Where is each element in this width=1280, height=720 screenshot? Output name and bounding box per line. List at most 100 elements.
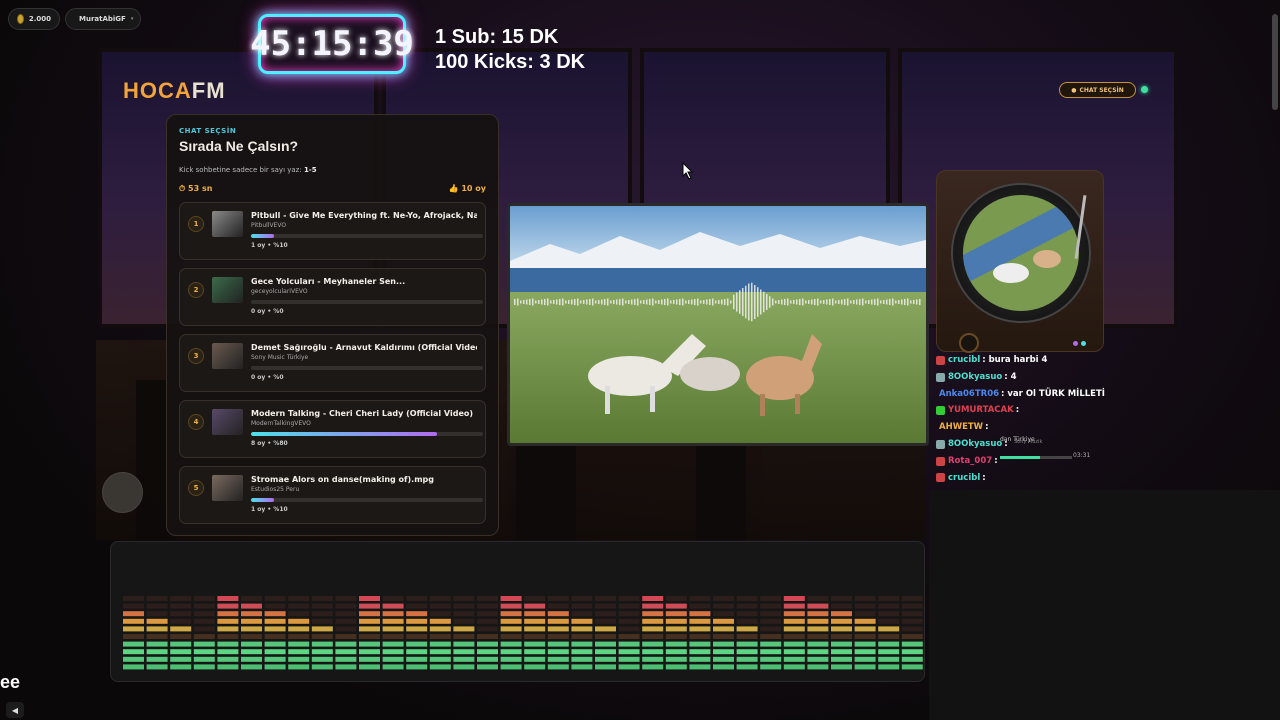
equalizer-segment	[736, 611, 758, 617]
equalizer-segment	[878, 634, 900, 639]
waveform-bar	[760, 289, 762, 315]
vote-count: 1 oy • %10	[251, 242, 288, 249]
waveform-bar	[712, 298, 714, 306]
equalizer-segment	[477, 626, 498, 632]
equalizer-segment	[736, 596, 758, 601]
equalizer-segment	[170, 664, 192, 670]
waveform-bar	[742, 288, 744, 316]
equalizer-segment	[831, 618, 852, 624]
side-round-button[interactable]	[102, 472, 143, 513]
equalizer-segment	[500, 596, 522, 601]
equalizer-segment	[500, 611, 522, 617]
coin-balance-chip[interactable]: 2.000	[8, 8, 60, 30]
poll-timer: ⏱ 53 sn	[179, 184, 213, 193]
equalizer-segment	[524, 603, 546, 609]
equalizer-segment	[288, 656, 310, 662]
chat-username[interactable]: AHWETW	[939, 419, 983, 436]
chat-username[interactable]: crucibl	[948, 352, 980, 369]
volume-button[interactable]: ◀	[6, 702, 24, 718]
poll-option[interactable]: 2 Gece Yolcuları - Meyhaneler Sen... gecey…	[179, 268, 486, 326]
waveform-bar	[667, 298, 669, 306]
chat-choose-pill[interactable]: ● CHAT SEÇSİN	[1059, 82, 1136, 98]
equalizer-segment	[311, 596, 333, 601]
equalizer-segment	[901, 618, 923, 624]
chat-message: crucibl: bura harbi 4	[936, 352, 1136, 369]
poll-option[interactable]: 5 Stromae Alors on danse(making of).mpg Es…	[179, 466, 486, 524]
waveform-bar	[616, 299, 618, 305]
waveform-bar	[799, 299, 801, 305]
equalizer-segment	[571, 656, 593, 662]
equalizer-segment	[477, 634, 498, 639]
chat-overlay: crucibl: bura harbi 4 8OOkyasuo: 4 Anka06T…	[936, 352, 1136, 486]
waveform-bar	[793, 300, 795, 304]
waveform-bar	[892, 298, 894, 306]
equalizer-segment	[406, 603, 428, 609]
equalizer-segment	[453, 641, 475, 647]
waveform-bar	[769, 296, 771, 308]
equalizer-segment	[760, 641, 782, 647]
song-title: Modern Talking - Cheri Cheri Lady (Offic…	[251, 409, 474, 418]
equalizer-segment	[193, 649, 215, 655]
vote-bar	[251, 234, 483, 238]
equalizer-segment	[217, 626, 239, 632]
chat-username[interactable]: crucibl	[948, 470, 980, 487]
waveform-bar	[658, 300, 660, 304]
waveform-bar	[586, 299, 588, 305]
chat-username[interactable]: Anka06TR06	[939, 386, 999, 403]
equalizer-segment	[429, 626, 451, 632]
song-poll-panel: CHAT SEÇSİN Sırada Ne Çalsın? Kick sohbe…	[166, 114, 499, 536]
waveform-bar	[751, 282, 753, 322]
vote-count: 8 oy • %80	[251, 440, 288, 447]
waveform-bar	[631, 299, 633, 305]
equalizer-segment	[713, 611, 734, 617]
video-player[interactable]	[507, 203, 929, 446]
equalizer-segment	[311, 656, 333, 662]
waveform-bar	[607, 298, 609, 306]
waveform-bar	[670, 300, 672, 304]
equalizer-segment	[571, 596, 593, 601]
waveform-bar	[904, 299, 906, 305]
equalizer-segment	[500, 641, 522, 647]
poll-option[interactable]: 4 Modern Talking - Cheri Cheri Lady (Offi…	[179, 400, 486, 458]
chat-text: :	[982, 472, 986, 483]
equalizer-segment	[713, 664, 734, 670]
equalizer-segment	[547, 664, 569, 670]
poll-option[interactable]: 3 Demet Sağıroğlu - Arnavut Kaldırımı (Of…	[179, 334, 486, 392]
chat-username[interactable]: Rota_007	[948, 453, 992, 470]
equalizer-segment	[193, 626, 215, 632]
chat-username[interactable]: 8OOkyasuo	[948, 369, 1002, 386]
equalizer-segment	[571, 611, 593, 617]
equalizer-segment	[760, 603, 782, 609]
equalizer-segment	[760, 618, 782, 624]
video-thumbnail	[212, 211, 243, 237]
waveform-bar	[652, 298, 654, 306]
waveform-bar	[739, 290, 741, 314]
chat-message: AHWETW:	[936, 419, 1136, 436]
equalizer-segment	[618, 603, 640, 609]
waveform-bar	[910, 300, 912, 304]
user-chip[interactable]: MuratAbiGF ▾	[65, 8, 141, 30]
waveform-bar	[640, 300, 642, 304]
equalizer-segment	[311, 611, 333, 617]
chat-username[interactable]: YUMURTACAK	[948, 402, 1014, 419]
volume-knob[interactable]	[959, 333, 979, 353]
equalizer-segment	[595, 641, 616, 647]
equalizer-segment	[359, 611, 380, 617]
poll-option[interactable]: 1 Pitbull - Give Me Everything ft. Ne-Yo,…	[179, 202, 486, 260]
equalizer-segment	[665, 641, 687, 647]
equalizer-segment	[477, 649, 498, 655]
equalizer-segment	[901, 611, 923, 617]
equalizer-segment	[146, 626, 168, 632]
speaker-icon: ◀	[11, 705, 19, 715]
chat-username[interactable]: 8OOkyasuo	[948, 436, 1002, 453]
badge-icon	[936, 355, 945, 365]
waveform-bar	[826, 299, 828, 305]
waveform-bar	[538, 300, 540, 304]
equalizer-segment	[524, 611, 546, 617]
scrollbar[interactable]	[1272, 14, 1278, 110]
sub-info: 1 Sub: 15 DK 100 Kicks: 3 DK	[435, 25, 585, 75]
equalizer-segment	[783, 634, 805, 639]
status-dots	[1073, 341, 1086, 346]
equalizer-segment	[429, 603, 451, 609]
waveform-bar	[556, 299, 558, 305]
